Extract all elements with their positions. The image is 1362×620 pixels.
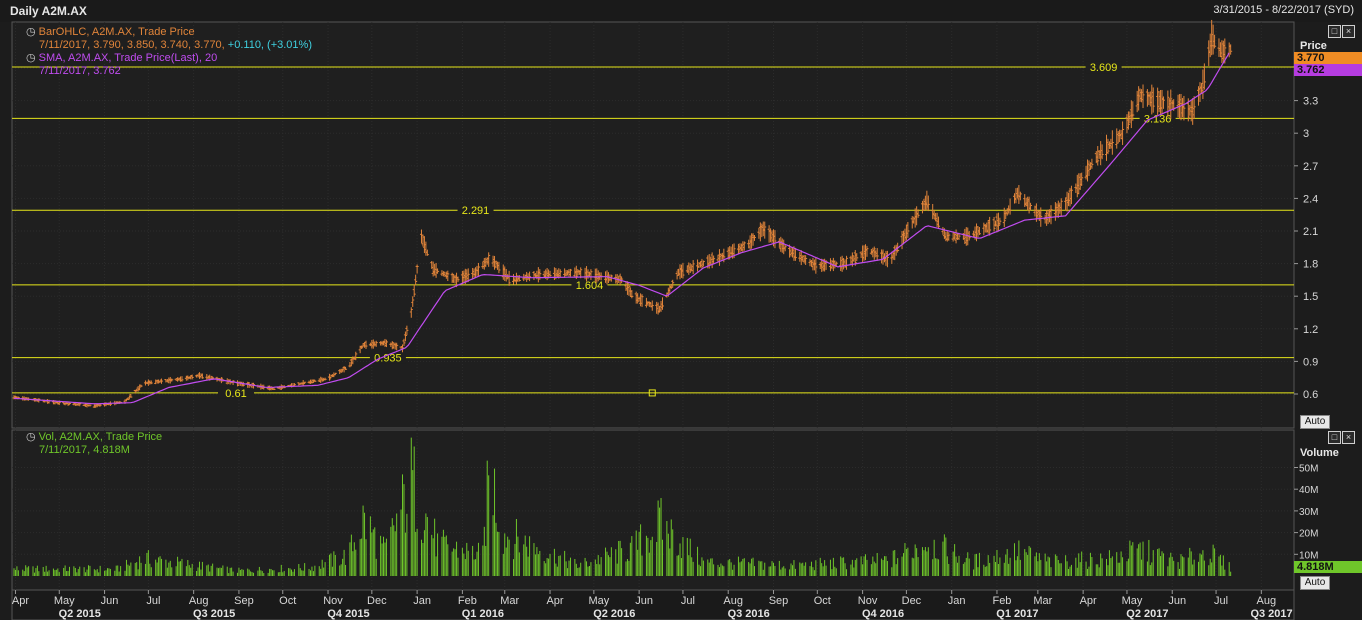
last-price-badge: 3.770	[1294, 52, 1362, 64]
month-label: May	[588, 595, 609, 607]
month-label: Jan	[948, 595, 966, 607]
level-label: 2.291	[462, 205, 490, 217]
price-tick-label: 0.6	[1303, 389, 1318, 401]
volume-legend-values: 7/11/2017, 4.818M	[39, 444, 130, 456]
month-label: Jun	[635, 595, 653, 607]
month-label: Jul	[146, 595, 160, 607]
volume-axis-label: Volume	[1300, 447, 1339, 459]
month-label: May	[1122, 595, 1143, 607]
month-label: Dec	[902, 595, 922, 607]
month-label: Aug	[723, 595, 743, 607]
level-label: 3.609	[1090, 62, 1118, 74]
price-tick-label: 2.7	[1303, 161, 1318, 173]
month-label: Jun	[1168, 595, 1186, 607]
quarter-label: Q1 2016	[462, 608, 504, 620]
volume-panel-close-button[interactable]: ×	[1342, 431, 1355, 444]
quarter-label: Q3 2017	[1250, 608, 1292, 620]
price-tick-label: 2.4	[1303, 193, 1318, 205]
month-label: Jul	[681, 595, 695, 607]
month-label: Jun	[101, 595, 119, 607]
quarter-label: Q3 2015	[193, 608, 235, 620]
month-label: Jul	[1214, 595, 1228, 607]
month-label: Nov	[858, 595, 878, 607]
month-label: Sep	[234, 595, 254, 607]
quarter-label: Q2 2017	[1126, 608, 1168, 620]
price-panel-restore-button[interactable]: □	[1328, 25, 1341, 38]
price-auto-scale-button[interactable]: Auto	[1300, 415, 1330, 429]
month-label: Feb	[992, 595, 1011, 607]
price-tick-label: 2.1	[1303, 226, 1318, 238]
price-tick-label: 3	[1303, 128, 1309, 140]
month-label: Aug	[1257, 595, 1277, 607]
month-label: Mar	[500, 595, 519, 607]
quarter-label: Q2 2016	[593, 608, 635, 620]
month-label: Oct	[279, 595, 296, 607]
clock-icon[interactable]: ◷	[26, 52, 36, 64]
volume-legend-name: Vol, A2M.AX, Trade Price	[38, 431, 163, 443]
sma-legend-period: 20	[204, 52, 218, 64]
price-tick-label: 3.3	[1303, 96, 1318, 108]
volume-tick-label: 20M	[1299, 529, 1318, 540]
month-label: Oct	[814, 595, 831, 607]
sma-legend-values: 7/11/2017, 3.762	[39, 65, 121, 77]
quarter-label: Q3 2016	[728, 608, 770, 620]
month-label: Sep	[769, 595, 789, 607]
price-tick-label: 1.2	[1303, 324, 1318, 336]
level-label: 0.61	[225, 388, 246, 400]
clock-icon[interactable]: ◷	[26, 26, 36, 38]
quarter-label: Q4 2016	[862, 608, 904, 620]
volume-legend: ◷ Vol, A2M.AX, Trade Price 7/11/2017, 4.…	[26, 431, 162, 457]
month-label: Feb	[458, 595, 477, 607]
ohlc-legend: ◷ BarOHLC, A2M.AX, Trade Price 7/11/2017…	[26, 26, 312, 78]
chart-canvas[interactable]: Apr May Jun Jul Aug Sep Oct Nov Dec Jan Feb Mar Apr M…	[0, 0, 1362, 620]
month-label: Jan	[413, 595, 431, 607]
quarter-label: Q4 2015	[327, 608, 369, 620]
last-volume-badge: 4.818M	[1294, 561, 1362, 573]
volume-panel-restore-button[interactable]: □	[1328, 431, 1341, 444]
volume-tick-label: 40M	[1299, 485, 1318, 496]
month-label: Apr	[1080, 595, 1097, 607]
month-label: Dec	[367, 595, 387, 607]
price-panel-close-button[interactable]: ×	[1342, 25, 1355, 38]
quarter-label: Q1 2017	[996, 608, 1038, 620]
price-tick-label: 0.9	[1303, 356, 1318, 368]
ohlc-legend-values: 7/11/2017, 3.790, 3.850, 3.740, 3.770,	[39, 39, 225, 51]
volume-tick-label: 30M	[1299, 507, 1318, 518]
volume-tick-label: 50M	[1299, 464, 1318, 475]
volume-auto-scale-button[interactable]: Auto	[1300, 576, 1330, 590]
sma-legend-name: SMA, A2M.AX, Trade Price(Last),	[38, 52, 202, 64]
month-label: May	[54, 595, 75, 607]
month-label: Aug	[189, 595, 209, 607]
clock-icon[interactable]: ◷	[26, 431, 36, 443]
price-tick-label: 1.8	[1303, 259, 1318, 271]
month-label: Nov	[323, 595, 343, 607]
level-label: 1.604	[576, 280, 604, 292]
price-tick-label: 1.5	[1303, 291, 1318, 303]
month-label: Apr	[546, 595, 563, 607]
price-panel	[11, 21, 1295, 429]
ohlc-legend-name: BarOHLC, A2M.AX, Trade Price	[38, 26, 195, 38]
price-axis-label: Price	[1300, 40, 1327, 52]
ohlc-legend-change: +0.110, (+3.01%)	[227, 39, 312, 51]
month-label: Apr	[12, 595, 29, 607]
month-label: Mar	[1033, 595, 1052, 607]
sma-badge: 3.762	[1294, 64, 1362, 76]
volume-tick-label: 10M	[1299, 550, 1318, 561]
quarter-label: Q2 2015	[59, 608, 101, 620]
